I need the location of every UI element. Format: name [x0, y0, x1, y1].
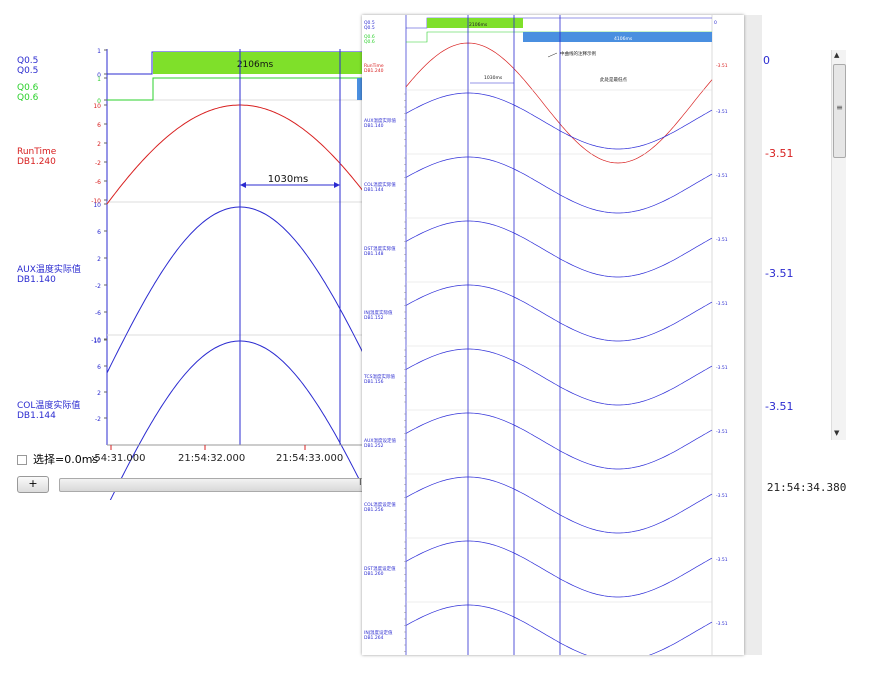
front-channel-curve — [405, 476, 713, 534]
front-channel-address: DB1.144 — [364, 188, 384, 193]
select-label: 选择=0.0ms — [33, 453, 99, 466]
signal-q06-name: Q0.6 — [17, 83, 39, 93]
time-tick-1: 21:54:32.000 — [178, 453, 246, 464]
front-right-digital: 0 — [714, 21, 717, 26]
select-checkbox[interactable] — [17, 455, 27, 465]
front-channel-curve — [405, 220, 713, 278]
front-annotation-pointer — [547, 52, 558, 58]
signal-col-address: DB1.144 — [17, 411, 56, 421]
signal-aux-address: DB1.140 — [17, 275, 56, 285]
front-channel-right-value: -3.51 — [716, 366, 728, 371]
front-channel-address: DB1.264 — [364, 636, 384, 641]
vertical-scroll-thumb[interactable]: ≡ — [833, 64, 846, 158]
signal-q05-address: Q0.5 — [17, 66, 39, 76]
back-aux-tick: 10 — [93, 202, 101, 209]
thumb-grip: ≡ — [836, 103, 843, 112]
front-channel-curve — [405, 284, 713, 342]
front-channel-right-value: -3.51 — [716, 622, 728, 627]
front-channel-curve — [405, 156, 713, 214]
front-pulse-label: 2106ms — [469, 23, 488, 28]
right-value-aux: -3.51 — [765, 267, 794, 280]
front-annotation-1: 中曲线的注释示例 — [560, 52, 596, 57]
back-aux-tick: 2 — [97, 256, 101, 263]
front-channel-address: DB1.148 — [364, 252, 384, 257]
back-col-tick: 2 — [97, 390, 101, 397]
back-runtime-tick: 10 — [93, 103, 101, 110]
front-channel-right-value: -3.51 — [716, 430, 728, 435]
back-runtime-tick: -6 — [95, 179, 101, 186]
back-runtime-tick: -2 — [95, 160, 101, 167]
back-pulse-label: 2106ms — [237, 60, 274, 70]
front-channel-curve — [405, 604, 713, 655]
front-channel-address: DB1.252 — [364, 444, 384, 449]
right-value-col: -3.51 — [765, 400, 794, 413]
front-channel-curve — [405, 540, 713, 598]
signal-aux-name: AUX温度实际值 — [17, 265, 81, 275]
back-digital-tick: 1 — [97, 48, 101, 55]
signal-runtime-address: DB1.240 — [17, 157, 56, 167]
front-q06-address: Q0.6 — [364, 40, 375, 45]
right-value-runtime: -3.51 — [765, 147, 794, 160]
signal-runtime-name: RunTime — [17, 147, 57, 157]
back-col-tick: -2 — [95, 416, 101, 423]
front-channel-address: DB1.256 — [364, 508, 384, 513]
back-digital-tick: 1 — [97, 76, 101, 83]
back-col-tick: 10 — [93, 338, 101, 345]
vertical-scrollbar[interactable]: ▲ ≡ ▼ — [831, 50, 846, 440]
front-channel-address: DB1.156 — [364, 380, 384, 385]
signal-q05-name: Q0.5 — [17, 56, 39, 66]
back-interval-label: 1030ms — [268, 174, 308, 185]
front-channel-right-value: -3.51 — [716, 238, 728, 243]
front-channel-right-value: -3.51 — [716, 110, 728, 115]
front-right-runtime: -3.51 — [716, 64, 728, 69]
back-arrow-left-icon — [240, 182, 246, 188]
back-aux-tick: -6 — [95, 310, 101, 317]
back-runtime-tick: 6 — [97, 122, 101, 129]
scroll-up-icon[interactable]: ▲ — [834, 51, 839, 59]
front-channel-right-value: -3.51 — [716, 174, 728, 179]
scroll-down-icon[interactable]: ▼ — [834, 429, 839, 437]
front-channel-curve — [405, 348, 713, 406]
back-runtime-tick: 2 — [97, 141, 101, 148]
right-digital-value: 0 — [763, 54, 770, 67]
front-runtime-curve — [405, 42, 713, 164]
front-channel-right-value: -3.51 — [716, 558, 728, 563]
back-aux-tick: -2 — [95, 283, 101, 290]
front-trend-window: Q0.5 Q0.5 Q0.6 Q0.6 RunTime DB1.240 2106… — [362, 15, 744, 655]
front-channel-address: DB1.140 — [364, 124, 384, 129]
front-bar-label: 4106ms — [614, 37, 633, 42]
front-interval-label: 1030ms — [484, 76, 503, 81]
select-row: 选择=0.0ms — [17, 451, 99, 466]
front-channel-address: DB1.152 — [364, 316, 384, 321]
add-button[interactable]: + — [17, 476, 49, 493]
front-right-margin — [744, 15, 762, 655]
signal-col-name: COL温度实际值 — [17, 401, 81, 411]
horizontal-scroll-thumb[interactable]: III — [59, 478, 367, 492]
back-col-tick: 6 — [97, 364, 101, 371]
front-channel-address: DB1.260 — [364, 572, 384, 577]
front-channel-right-value: -3.51 — [716, 302, 728, 307]
time-tick-2: 21:54:33.000 — [276, 453, 344, 464]
front-channel-curve — [405, 92, 713, 150]
time-tick-0: :54:31.000 — [91, 453, 146, 464]
front-runtime-address: DB1.240 — [364, 69, 384, 74]
front-trend-plot — [404, 15, 713, 655]
back-arrow-right-icon — [334, 182, 340, 188]
front-channel-curve — [405, 412, 713, 470]
front-annotation-2: 此处是最低点 — [600, 78, 627, 83]
front-q05-address: Q0.5 — [364, 26, 375, 31]
front-channel-right-value: -3.51 — [716, 494, 728, 499]
back-aux-tick: 6 — [97, 229, 101, 236]
signal-q06-address: Q0.6 — [17, 93, 39, 103]
